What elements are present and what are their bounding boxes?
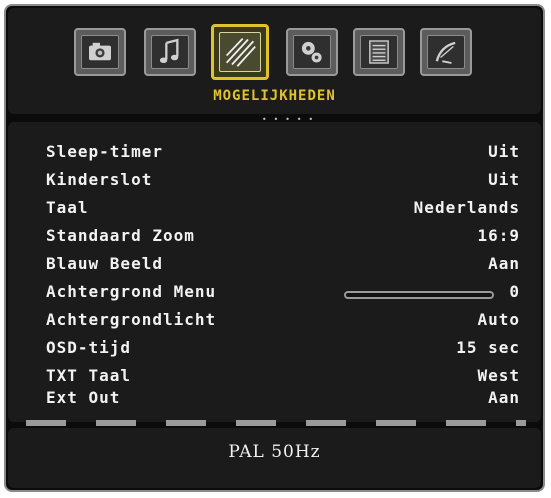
tab-setup[interactable]: [286, 28, 338, 76]
features-icon: [225, 37, 256, 67]
setting-label: Taal: [46, 198, 89, 217]
menu-background-slider[interactable]: [344, 291, 494, 299]
setting-value: 0: [509, 282, 520, 301]
setting-label: TXT Taal: [46, 366, 132, 385]
setting-label: Sleep-timer: [46, 142, 163, 161]
setting-label: Ext Out: [46, 388, 121, 407]
setting-value: Aan: [488, 254, 520, 273]
menu-tab-bar: [74, 22, 484, 82]
music-note-icon: [159, 38, 179, 63]
setting-default-zoom[interactable]: Standaard Zoom 16:9: [46, 226, 520, 252]
setting-value: West: [477, 366, 520, 385]
tab-source[interactable]: [353, 28, 405, 76]
setting-label: OSD-tijd: [46, 338, 132, 357]
setting-label: Achtergrondlicht: [46, 310, 217, 329]
setting-value: Uit: [488, 142, 520, 161]
settings-panel: Sleep-timer Uit Kinderslot Uit Taal Nede…: [8, 122, 541, 422]
setting-child-lock[interactable]: Kinderslot Uit: [46, 170, 520, 196]
setting-sleep-timer[interactable]: Sleep-timer Uit: [46, 142, 520, 168]
tab-sound[interactable]: [144, 28, 196, 76]
setting-blue-background[interactable]: Blauw Beeld Aan: [46, 254, 520, 280]
menu-title: MOGELIJKHEDEN: [213, 88, 336, 104]
setting-language[interactable]: Taal Nederlands: [46, 198, 520, 224]
list-icon: [369, 40, 389, 64]
setting-osd-time[interactable]: OSD-tijd 15 sec: [46, 338, 520, 364]
tab-features[interactable]: [211, 24, 269, 80]
setting-value: 15 sec: [456, 338, 520, 357]
setting-menu-background[interactable]: Achtergrond Menu 0: [46, 282, 520, 308]
menu-header: MOGELIJKHEDEN: [8, 8, 541, 114]
tab-install[interactable]: [420, 28, 472, 76]
setting-label: Achtergrond Menu: [46, 282, 217, 301]
setting-ext-out[interactable]: Ext Out Aan: [46, 388, 520, 414]
setting-value: Aan: [488, 388, 520, 407]
setting-backlight[interactable]: Achtergrondlicht Auto: [46, 310, 520, 336]
tab-picture[interactable]: [74, 28, 126, 76]
status-panel: PAL 50Hz: [8, 428, 541, 488]
osd-menu-window: MOGELIJKHEDEN • • • • • • • • Sleep-time…: [4, 4, 545, 492]
gears-icon: [301, 41, 322, 63]
setting-label: Blauw Beeld: [46, 254, 163, 273]
setting-value: 16:9: [477, 226, 520, 245]
setting-value: Uit: [488, 170, 520, 189]
satellite-dish-icon: [435, 41, 456, 64]
setting-label: Kinderslot: [46, 170, 153, 189]
camera-icon: [89, 42, 111, 61]
setting-label: Standaard Zoom: [46, 226, 195, 245]
divider-line: [26, 420, 526, 426]
setting-value: Auto: [477, 310, 520, 329]
setting-value: Nederlands: [413, 198, 520, 217]
signal-format: PAL 50Hz: [228, 442, 321, 462]
